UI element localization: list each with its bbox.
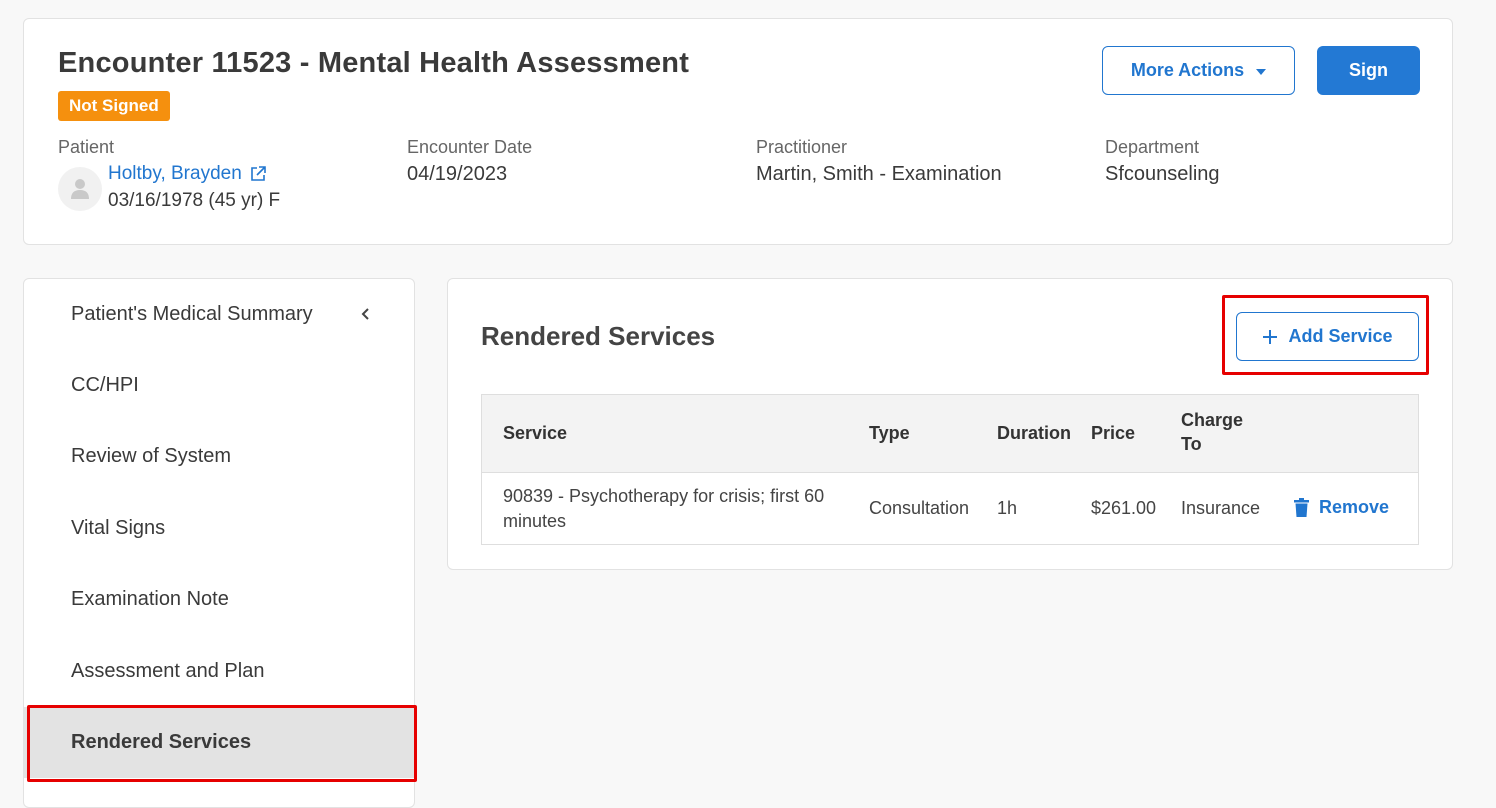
chevron-left-icon [361, 308, 369, 320]
sidebar-item-medical-summary[interactable]: Patient's Medical Summary [24, 279, 414, 350]
department-label: Department [1105, 137, 1200, 157]
patient-name-link[interactable]: Holtby, Brayden [108, 163, 266, 185]
sign-button[interactable]: Sign [1317, 46, 1420, 95]
type-cell: Consultation [869, 498, 970, 518]
services-table: Service Type Duration Price Charge To 90… [481, 394, 1419, 545]
column-header-type: Type [869, 423, 910, 443]
column-header-service: Service [503, 423, 568, 443]
remove-label: Remove [1319, 497, 1390, 517]
sidebar-item-label: Review of System [71, 445, 232, 467]
duration-cell: 1h [997, 498, 1018, 518]
section-title: Rendered Services [481, 321, 716, 351]
sidebar-item-label: Examination Note [71, 588, 229, 610]
sidebar-item-label: Rendered Services [71, 731, 252, 753]
sidebar-item-cc-hpi[interactable]: CC/HPI [24, 350, 414, 421]
more-actions-button[interactable]: More Actions [1102, 46, 1295, 95]
table-header: Service Type Duration Price Charge To [482, 395, 1418, 473]
page-title: Encounter 11523 - Mental Health Assessme… [58, 47, 690, 79]
patient-label: Patient [58, 137, 115, 157]
caret-down-icon [1256, 68, 1267, 75]
patient-name: Holtby, Brayden [108, 163, 242, 184]
column-header-charge-to-1: Charge [1181, 410, 1244, 430]
sidebar-item-label: Vital Signs [71, 517, 166, 539]
column-header-duration: Duration [997, 423, 1071, 443]
sidebar-item-label: Assessment and Plan [71, 660, 265, 682]
external-link-icon [250, 166, 266, 181]
remove-button[interactable]: Remove [1294, 497, 1389, 518]
sidebar-nav: Patient's Medical Summary CC/HPI Review … [23, 278, 415, 808]
charge-to-cell: Insurance [1181, 498, 1261, 518]
trash-icon [1294, 498, 1309, 517]
encounter-date: 04/19/2023 [407, 163, 508, 185]
department: Sfcounseling [1105, 163, 1220, 185]
sign-label: Sign [1349, 60, 1388, 80]
more-actions-label: More Actions [1130, 60, 1245, 80]
rendered-services-card: Rendered Services Add Service Service Ty… [447, 278, 1453, 570]
patient-dob: 03/16/1978 (45 yr) F [108, 190, 281, 211]
add-service-button[interactable]: Add Service [1236, 312, 1419, 361]
service-cell-line2: minutes [503, 511, 567, 531]
user-icon [71, 179, 89, 199]
column-header-charge-to-2: To [1181, 434, 1202, 454]
sidebar-item-examination-note[interactable]: Examination Note [24, 564, 414, 635]
add-service-label: Add Service [1288, 326, 1393, 346]
service-cell-line1: 90839 - Psychotherapy for crisis; first … [503, 486, 825, 506]
practitioner: Martin, Smith - Examination [756, 163, 1002, 185]
sidebar-item-assessment-plan[interactable]: Assessment and Plan [24, 636, 414, 707]
encounter-header-card: Encounter 11523 - Mental Health Assessme… [23, 18, 1453, 245]
price-cell: $261.00 [1091, 498, 1157, 518]
plus-icon [1263, 329, 1278, 344]
sidebar-item-vital-signs[interactable]: Vital Signs [24, 493, 414, 564]
status-badge: Not Signed [58, 91, 170, 121]
sidebar-item-label: CC/HPI [71, 374, 139, 396]
sidebar-item-label: Patient's Medical Summary [71, 303, 313, 325]
avatar [58, 167, 102, 211]
practitioner-label: Practitioner [756, 137, 848, 157]
sidebar-item-review-of-system[interactable]: Review of System [24, 421, 414, 492]
column-header-price: Price [1091, 423, 1136, 443]
encounter-date-label: Encounter Date [407, 137, 533, 157]
sidebar-item-rendered-services[interactable]: Rendered Services [24, 707, 414, 778]
